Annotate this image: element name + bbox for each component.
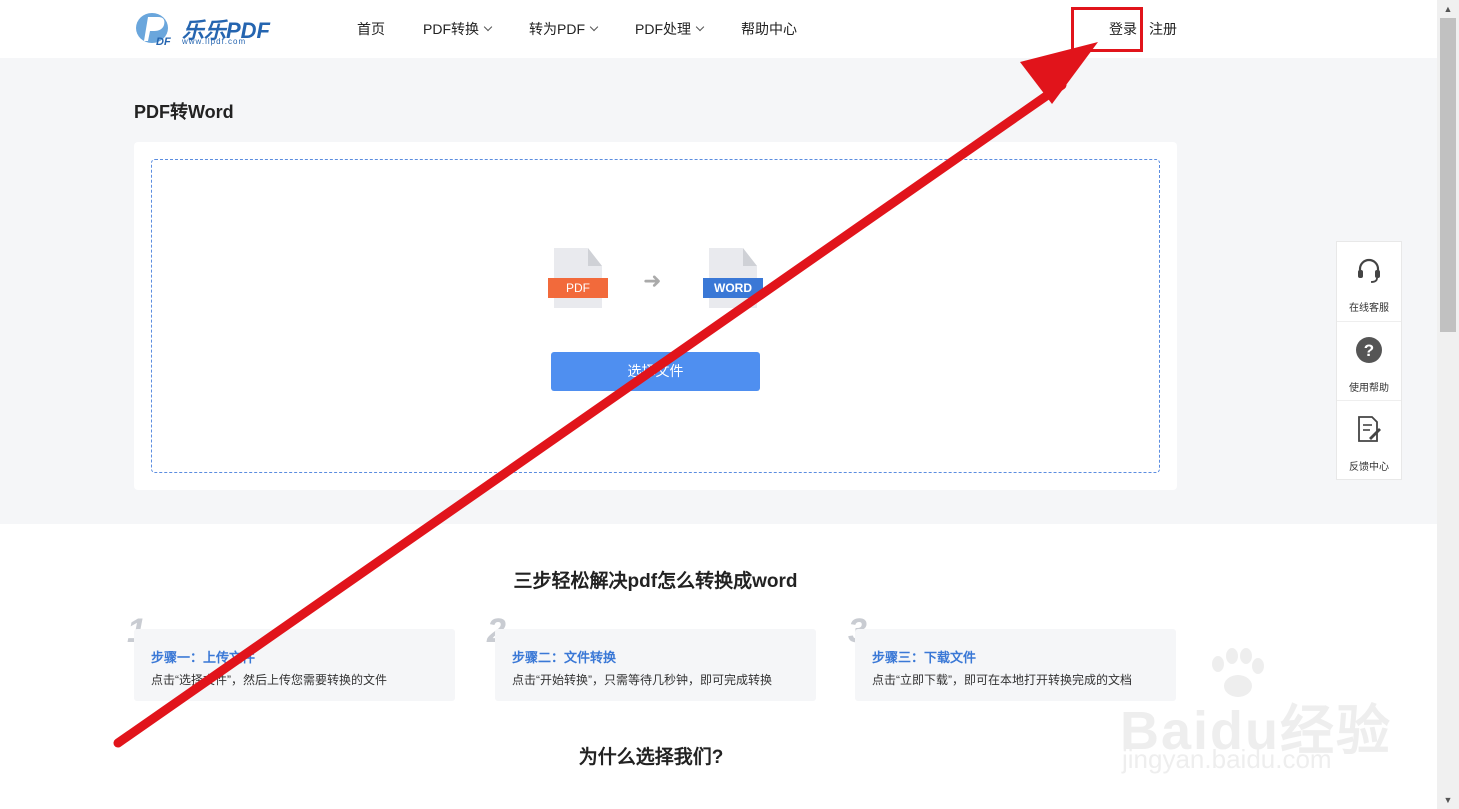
headset-icon	[1358, 258, 1380, 283]
nav-pdf-convert[interactable]: PDF转换	[423, 19, 493, 39]
main-nav: 首页 PDF转换 转为PDF PDF处理 帮助中心	[357, 19, 835, 39]
file-dropzone[interactable]	[151, 159, 1160, 473]
scroll-up-arrow-icon[interactable]: ▲	[1437, 0, 1459, 18]
side-usage-help[interactable]: ? 使用帮助	[1337, 321, 1401, 400]
nav-help-center-label: 帮助中心	[741, 21, 797, 37]
nav-pdf-convert-label: PDF转换	[423, 21, 479, 37]
step-heading: 步骤三：下载文件	[872, 650, 977, 665]
feedback-icon	[1358, 416, 1381, 442]
side-feedback[interactable]: 反馈中心	[1337, 400, 1401, 479]
pdf-file-icon: PDF	[548, 248, 610, 312]
word-file-icon: WORD	[703, 248, 765, 312]
scrollbar-thumb[interactable]	[1440, 18, 1456, 332]
scroll-down-arrow-icon[interactable]: ▼	[1437, 791, 1459, 809]
step-card: 步骤二：文件转换 点击“开始转换”，只需等待几秒钟，即可完成转换	[495, 629, 816, 701]
svg-text:?: ?	[1364, 341, 1374, 360]
pdf-file-label: PDF	[548, 278, 608, 298]
side-online-service-label: 在线客服	[1349, 303, 1389, 314]
side-online-service[interactable]: 在线客服	[1337, 242, 1401, 321]
upload-card	[134, 142, 1177, 490]
site-logo[interactable]: DF 乐乐PDF www.llpdf.com	[134, 11, 274, 47]
word-file-label: WORD	[703, 278, 763, 298]
logo-mark-icon: DF	[136, 13, 171, 47]
question-icon: ?	[1356, 337, 1382, 363]
step-card: 步骤一：上传文件 点击“选择文件”，然后上传您需要转换的文件	[134, 629, 455, 701]
vertical-scrollbar[interactable]: ▲ ▼	[1437, 0, 1459, 809]
register-link[interactable]: 注册	[1149, 19, 1177, 39]
step-description: 点击“选择文件”，然后上传您需要转换的文件	[151, 673, 387, 687]
page-title: PDF转Word	[134, 102, 234, 122]
step-heading: 步骤二：文件转换	[512, 650, 617, 665]
side-usage-help-label: 使用帮助	[1349, 383, 1389, 394]
top-header: DF 乐乐PDF www.llpdf.com 首页 PDF转换 转为PDF PD…	[0, 0, 1437, 58]
watermark-url: jingyan.baidu.com	[1122, 744, 1332, 774]
step-description: 点击“开始转换”，只需等待几秒钟，即可完成转换	[512, 673, 772, 687]
chevron-down-icon	[483, 22, 493, 32]
steps-title: 三步轻松解决pdf怎么转换成word	[513, 571, 798, 592]
chevron-down-icon	[589, 22, 599, 32]
nav-home[interactable]: 首页	[357, 19, 385, 39]
logo-url: www.llpdf.com	[182, 37, 247, 46]
chevron-down-icon	[695, 22, 705, 32]
nav-to-pdf-label: 转为PDF	[529, 21, 585, 37]
floating-side-panel: 在线客服 ? 使用帮助 反馈中心	[1336, 241, 1402, 480]
baidu-watermark: Baidu经验 jingyan.baidu.com	[1120, 648, 1400, 778]
nav-help-center[interactable]: 帮助中心	[741, 19, 797, 39]
nav-pdf-process-label: PDF处理	[635, 21, 691, 37]
step-description: 点击“立即下载”，即可在本地打开转换完成的文档	[872, 673, 1132, 687]
annotation-highlight-box	[1071, 7, 1143, 52]
nav-home-label: 首页	[357, 21, 385, 37]
select-file-button[interactable]: 选择文件	[551, 352, 760, 391]
side-feedback-label: 反馈中心	[1349, 462, 1389, 473]
step-heading: 步骤一：上传文件	[151, 650, 256, 665]
nav-to-pdf[interactable]: 转为PDF	[529, 19, 599, 39]
convert-arrow-icon: ➜	[643, 268, 662, 293]
svg-text:DF: DF	[156, 36, 171, 47]
nav-pdf-process[interactable]: PDF处理	[635, 19, 705, 39]
why-choose-us-title: 为什么选择我们?	[578, 747, 724, 768]
